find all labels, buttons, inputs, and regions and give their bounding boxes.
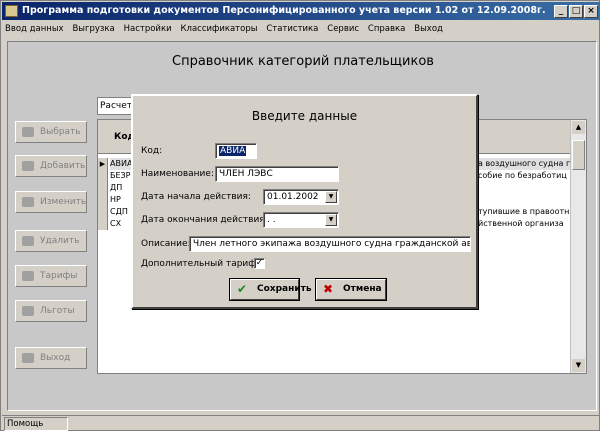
name-field[interactable]: ЧЛЕН ЛЭВС	[215, 166, 339, 182]
menu-help[interactable]: Справка	[365, 21, 408, 37]
menu-settings[interactable]: Настройки	[121, 21, 175, 37]
dialog-title: Введите данные	[251, 109, 358, 123]
delete-button[interactable]: Удалить	[15, 230, 87, 252]
folder-icon	[22, 161, 34, 171]
edit-button-label: Изменить	[40, 197, 87, 207]
window-title: Программа подготовки документов Персониф…	[22, 5, 546, 16]
checkmark-icon: ✔	[237, 282, 248, 296]
edit-icon	[22, 197, 34, 207]
edit-button[interactable]: Изменить	[15, 191, 87, 213]
row-desc: а воздушного судна гр	[478, 158, 572, 170]
start-date-value: 01.01.2002	[267, 192, 319, 202]
row-indicator	[98, 182, 108, 194]
check-icon	[22, 127, 34, 137]
title-bar[interactable]: Программа подготовки документов Персониф…	[2, 2, 600, 20]
main-window: Программа подготовки документов Персониф…	[0, 0, 600, 431]
row-code: ДП	[110, 183, 123, 192]
row-indicator	[98, 170, 108, 182]
row-indicator	[98, 218, 108, 230]
minimize-button[interactable]: _	[554, 5, 568, 18]
tag-icon	[22, 271, 34, 281]
exit-button-label: Выход	[40, 353, 71, 363]
row-indicator	[98, 194, 108, 206]
code-label: Код:	[141, 146, 163, 156]
tariffs-button-label: Тарифы	[40, 271, 78, 281]
code-value: АВИА	[219, 146, 247, 156]
status-bar: Помощь	[2, 415, 600, 431]
delete-icon	[22, 236, 34, 246]
scroll-down-icon[interactable]: ▼	[572, 359, 585, 372]
code-field[interactable]: АВИА	[215, 143, 257, 159]
description-label: Описание:	[141, 239, 191, 249]
row-code: СХ	[110, 219, 122, 228]
row-code: АВИА	[110, 158, 133, 170]
save-button[interactable]: ✔ Сохранить	[229, 278, 312, 301]
row-code: СДП	[110, 207, 128, 216]
scroll-thumb[interactable]	[572, 140, 585, 170]
menu-exit[interactable]: Выход	[411, 21, 446, 37]
row-code: НР	[110, 195, 121, 204]
row-desc: йственной организа	[478, 219, 564, 228]
close-button[interactable]: ×	[584, 5, 598, 18]
chevron-down-icon[interactable]: ▼	[325, 191, 337, 203]
delete-button-label: Удалить	[40, 236, 80, 246]
input-dialog: Введите данные Код: АВИА Наименование: Ч…	[131, 94, 478, 309]
grid-scrollbar[interactable]: ▲ ▼	[570, 120, 586, 373]
extra-tariff-label: Дополнительный тариф	[141, 259, 256, 269]
row-desc: собие по безработиц	[478, 171, 567, 180]
row-indicator: ▶	[98, 158, 108, 170]
close-icon: ✖	[323, 282, 334, 296]
end-date-label: Дата окончания действия:	[141, 215, 268, 225]
extra-tariff-checkbox[interactable]: ✓	[254, 258, 265, 269]
select-button[interactable]: Выбрать	[15, 121, 87, 143]
door-icon	[22, 353, 34, 363]
tariffs-button[interactable]: Тарифы	[15, 265, 87, 287]
benefits-button-label: Льготы	[40, 306, 75, 316]
save-button-label: Сохранить	[257, 284, 312, 294]
cancel-button[interactable]: ✖ Отмена	[315, 278, 387, 301]
app-icon	[5, 5, 18, 17]
maximize-button[interactable]: □	[569, 5, 583, 18]
add-button-label: Добавить	[40, 161, 86, 171]
row-code: БЕЗР	[110, 171, 131, 180]
end-date-value: . .	[267, 215, 276, 225]
page-title: Справочник категорий плательщиков	[172, 54, 434, 69]
menu-classifiers[interactable]: Классификаторы	[178, 21, 261, 37]
row-desc: тупившие в правоотн	[478, 207, 570, 216]
scroll-up-icon[interactable]: ▲	[572, 121, 585, 134]
status-text: Помощь	[4, 417, 68, 431]
start-date-label: Дата начала действия:	[141, 192, 251, 202]
end-date-field[interactable]: . . ▼	[263, 212, 339, 228]
benefits-button[interactable]: Льготы	[15, 300, 87, 322]
start-date-field[interactable]: 01.01.2002 ▼	[263, 189, 339, 205]
menu-statistics[interactable]: Статистика	[263, 21, 321, 37]
description-field[interactable]: Член летного экипажа воздушного судна гр…	[189, 236, 471, 252]
add-button[interactable]: Добавить	[15, 155, 87, 177]
minus-icon	[22, 306, 34, 316]
select-button-label: Выбрать	[40, 127, 81, 137]
menu-export[interactable]: Выгрузка	[69, 21, 117, 37]
chevron-down-icon[interactable]: ▼	[325, 214, 337, 226]
menu-bar: Ввод данных Выгрузка Настройки Классифик…	[2, 21, 600, 37]
exit-button[interactable]: Выход	[15, 347, 87, 369]
row-indicator	[98, 206, 108, 218]
menu-service[interactable]: Сервис	[324, 21, 362, 37]
name-label: Наименование:	[141, 169, 214, 179]
cancel-button-label: Отмена	[343, 284, 382, 294]
menu-data-entry[interactable]: Ввод данных	[2, 21, 67, 37]
